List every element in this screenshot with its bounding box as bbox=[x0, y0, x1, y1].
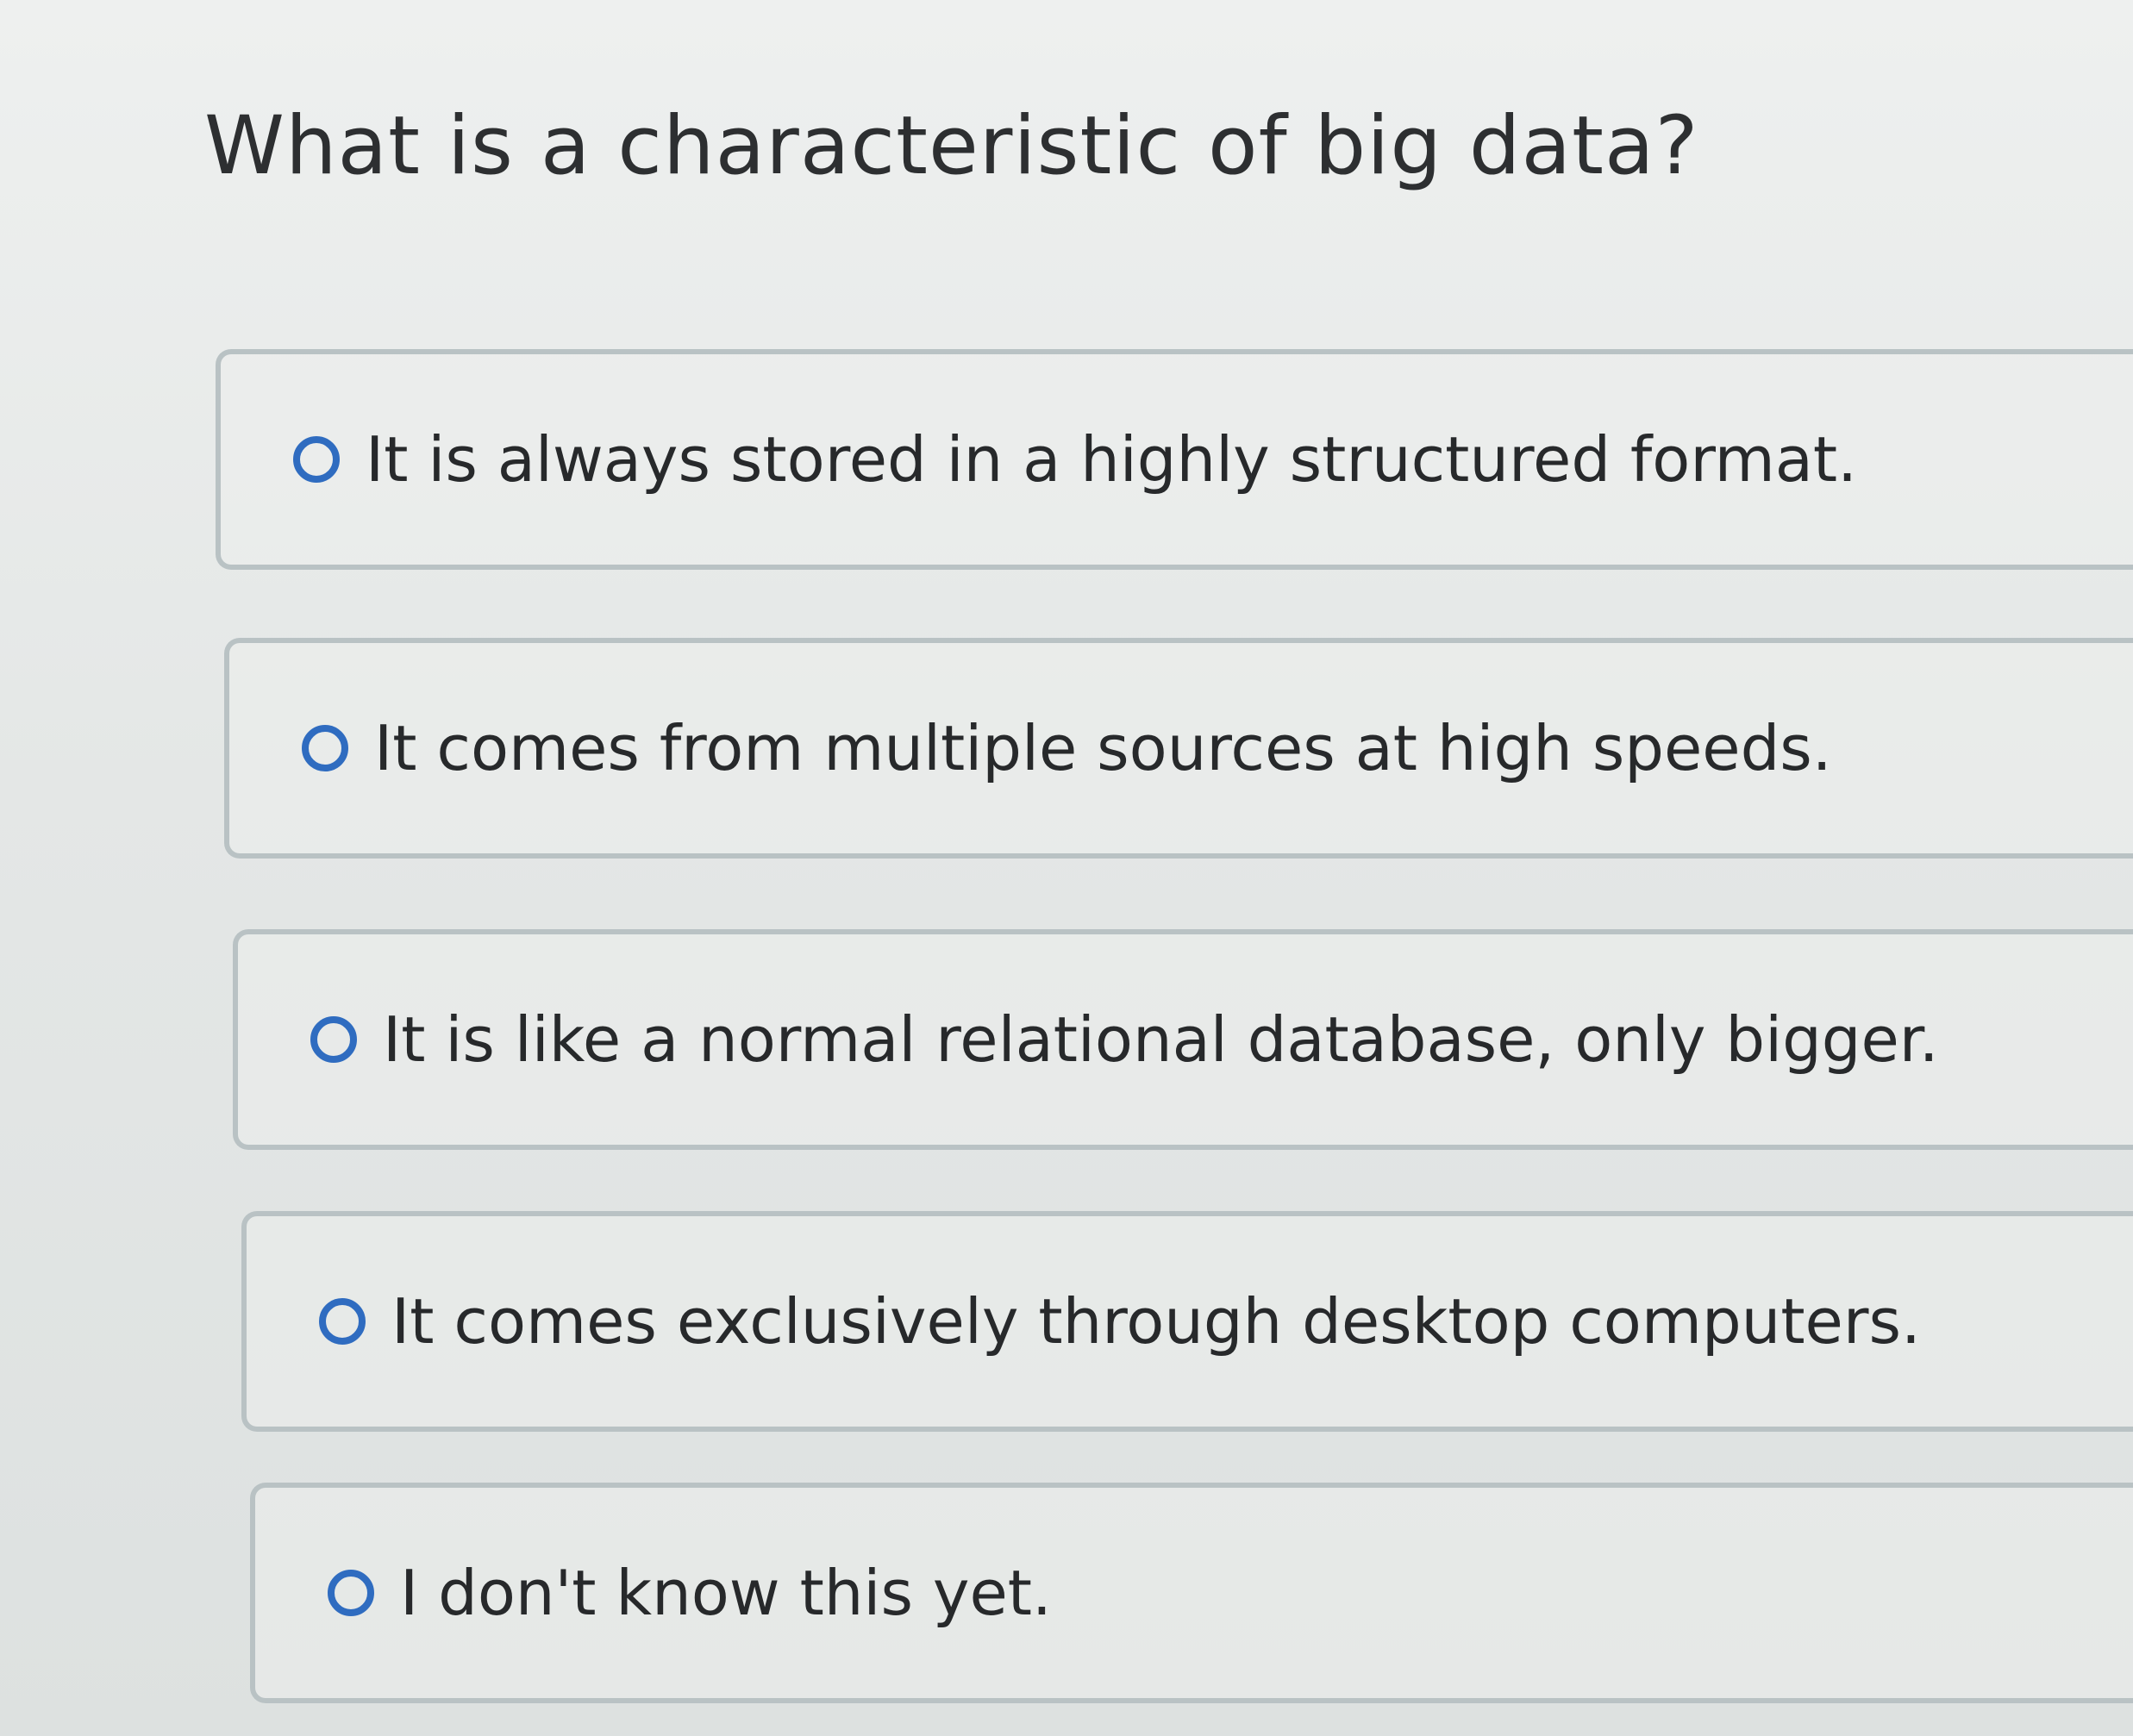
quiz-page: What is a characteristic of big data? It… bbox=[0, 0, 2133, 1736]
answer-option-label: I don't know this yet. bbox=[400, 1557, 1052, 1629]
answer-option-label: It comes from multiple sources at high s… bbox=[374, 712, 1832, 784]
answer-option-3[interactable]: It is like a normal relational database,… bbox=[233, 929, 2133, 1150]
radio-button-icon[interactable] bbox=[310, 1016, 357, 1063]
radio-button-icon[interactable] bbox=[319, 1298, 366, 1345]
answer-option-2[interactable]: It comes from multiple sources at high s… bbox=[224, 638, 2133, 859]
radio-button-icon[interactable] bbox=[293, 436, 340, 483]
answer-option-label: It is like a normal relational database,… bbox=[383, 1003, 1939, 1076]
radio-button-icon[interactable] bbox=[302, 725, 348, 771]
answer-option-5[interactable]: I don't know this yet. bbox=[250, 1483, 2133, 1703]
answer-options: It is always stored in a highly structur… bbox=[0, 0, 2133, 1736]
answer-option-label: It comes exclusively through desktop com… bbox=[391, 1285, 1921, 1358]
answer-option-4[interactable]: It comes exclusively through desktop com… bbox=[241, 1211, 2133, 1432]
answer-option-1[interactable]: It is always stored in a highly structur… bbox=[216, 349, 2133, 570]
answer-option-label: It is always stored in a highly structur… bbox=[366, 423, 1858, 496]
radio-button-icon[interactable] bbox=[328, 1570, 374, 1616]
